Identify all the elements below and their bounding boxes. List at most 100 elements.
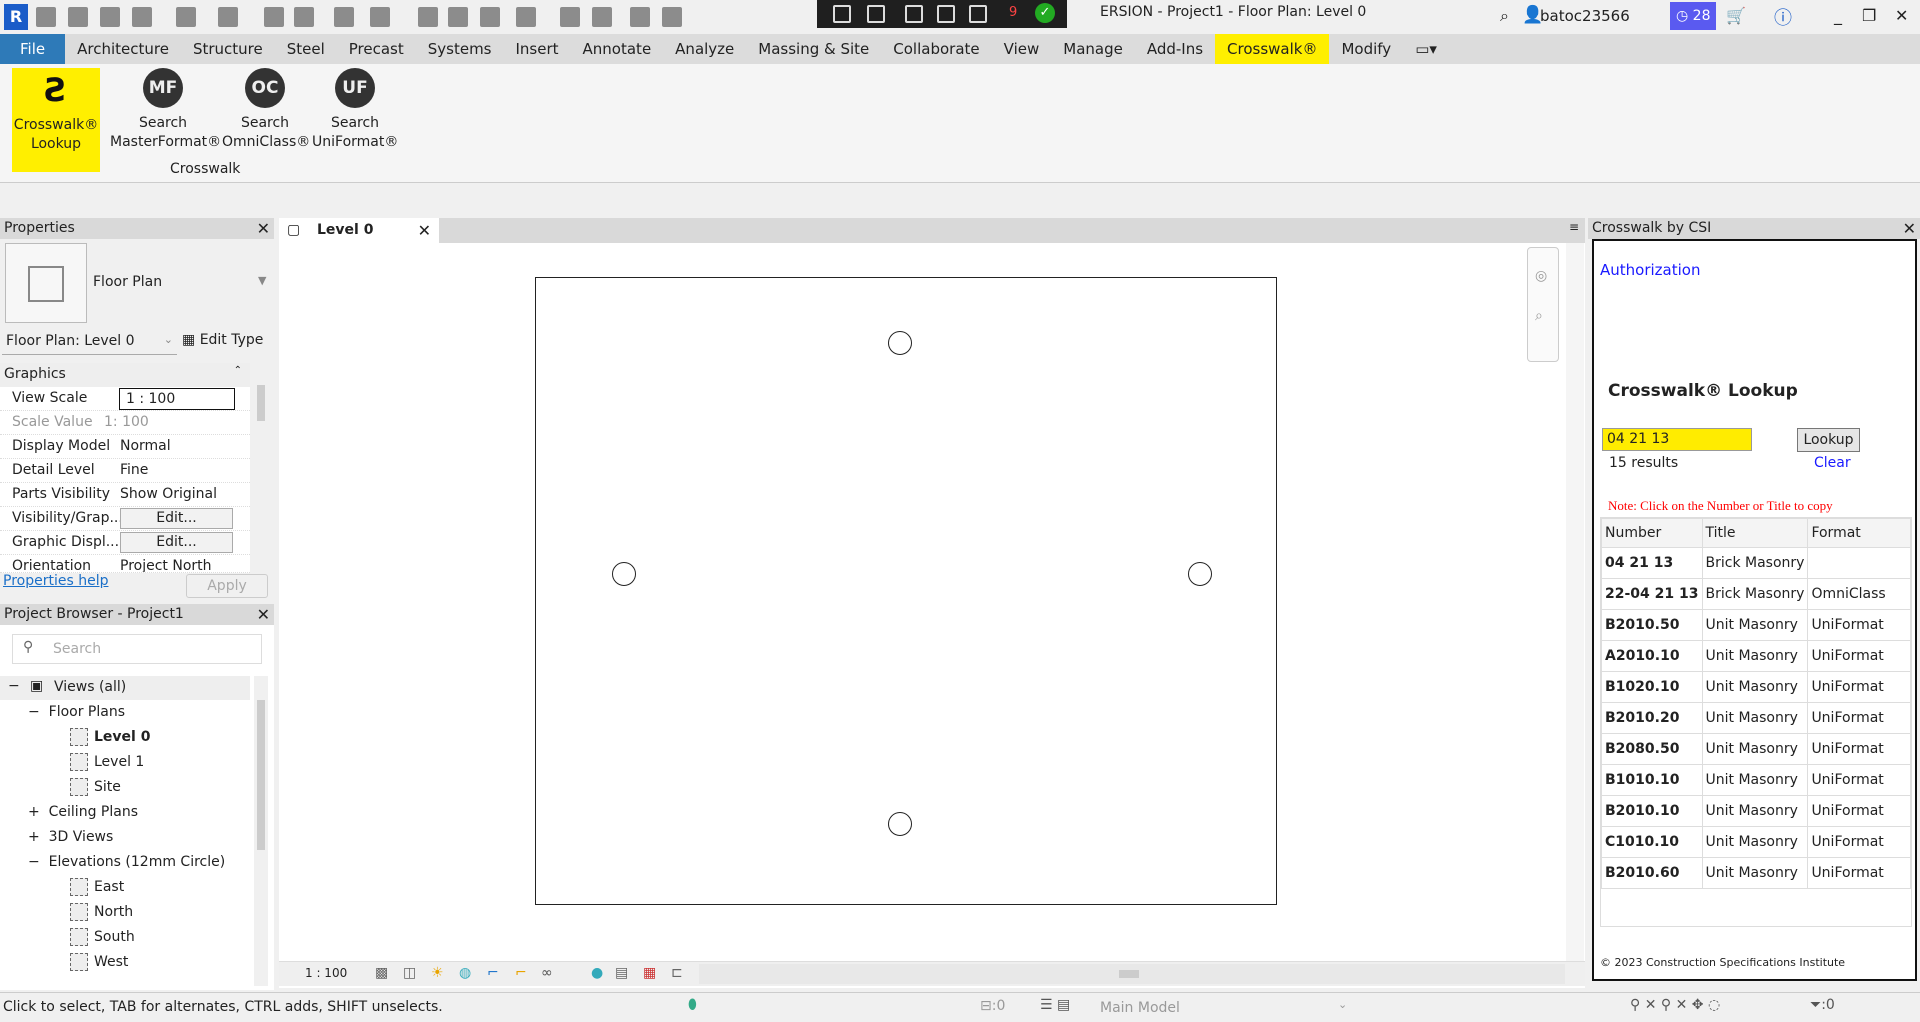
steering-wheel-icon[interactable]: ◎ [1535, 268, 1547, 284]
cell-number[interactable]: B1020.10 [1601, 671, 1703, 703]
cell-number[interactable]: B2010.20 [1601, 702, 1703, 734]
browser-search-input[interactable]: ⚲ Search [12, 634, 262, 664]
tab-add-ins[interactable]: Add-Ins [1135, 34, 1215, 64]
tree-item-level-1[interactable]: Level 1 [70, 753, 144, 771]
temporary-hide-icon[interactable]: ∞ [541, 965, 553, 981]
3d-view-icon[interactable] [516, 7, 536, 27]
home-icon[interactable] [36, 7, 56, 27]
tab-massing-site[interactable]: Massing & Site [746, 34, 881, 64]
cell-title[interactable]: Brick Masonry [1701, 547, 1809, 579]
properties-help-link[interactable]: Properties help [3, 573, 108, 589]
visual-style-icon[interactable]: ◫ [403, 965, 416, 981]
export-icon[interactable] [294, 7, 314, 27]
view-scale-button[interactable]: 1 : 100 [305, 966, 347, 980]
screenshot-icon[interactable] [833, 5, 851, 23]
tab-insert[interactable]: Insert [504, 34, 571, 64]
close-icon[interactable]: ✕ [257, 218, 270, 239]
cart-icon[interactable]: 🛒 [1726, 6, 1746, 25]
elevation-marker-north[interactable] [888, 331, 912, 355]
active-model-select[interactable]: Main Model [1100, 1000, 1180, 1016]
clear-link[interactable]: Clear [1814, 455, 1851, 471]
sun-path-icon[interactable]: ☀ [431, 965, 444, 981]
tab-manage[interactable]: Manage [1051, 34, 1135, 64]
undo-icon[interactable] [176, 7, 196, 27]
type-name[interactable]: Floor Plan [93, 274, 162, 290]
column-header-title[interactable]: Title [1701, 518, 1809, 548]
switch-windows-icon[interactable] [662, 7, 682, 27]
type-dropdown-icon[interactable]: ▼ [258, 274, 266, 287]
video-icon[interactable] [867, 5, 885, 23]
cell-title[interactable]: Unit Masonry [1701, 795, 1809, 827]
tab-structure[interactable]: Structure [181, 34, 275, 64]
tab-annotate[interactable]: Annotate [571, 34, 664, 64]
cell-title[interactable]: Unit Masonry [1701, 733, 1809, 765]
cell-number[interactable]: B1010.10 [1601, 764, 1703, 796]
chevron-down-icon[interactable]: ⌄ [1338, 998, 1347, 1011]
restore-button[interactable]: ❐ [1862, 6, 1876, 25]
cell-title[interactable]: Unit Masonry [1701, 764, 1809, 796]
tree-item-east[interactable]: East [70, 878, 124, 896]
prop-value[interactable]: Project North [120, 558, 212, 572]
tree-item-south[interactable]: South [70, 928, 135, 946]
save-icon[interactable] [100, 7, 120, 27]
crosswalk-lookup-button[interactable]: Ƨ Crosswalk® Lookup [12, 68, 100, 172]
notifications-button[interactable]: ◷ 28 [1670, 2, 1716, 30]
apply-button[interactable]: Apply [186, 574, 268, 598]
tree-node-elevations[interactable]: − Elevations (12mm Circle) [28, 854, 225, 870]
zoom-icon[interactable]: ⌕ [1535, 308, 1543, 324]
search-masterformat-button[interactable]: MF Search MasterFormat® [110, 68, 221, 152]
cell-number[interactable]: 04 21 13 [1601, 547, 1703, 579]
sync-icon[interactable] [132, 7, 152, 27]
pointer-icon[interactable] [905, 5, 923, 23]
graphic-display-edit-button[interactable]: Edit... [120, 532, 233, 553]
ribbon-minimize-toggle[interactable]: ▭▾ [1403, 34, 1449, 64]
text-icon[interactable] [480, 7, 500, 27]
redo-icon[interactable] [218, 7, 238, 27]
tab-crosswalk[interactable]: Crosswalk® [1215, 34, 1330, 64]
cell-title[interactable]: Unit Masonry [1701, 609, 1809, 641]
elevation-marker-south[interactable] [888, 812, 912, 836]
tab-steel[interactable]: Steel [275, 34, 337, 64]
selection-toggles-icons[interactable]: ⚲ ✕ ⚲ ✕ ✥ ◌ [1630, 997, 1720, 1013]
measure-icon[interactable] [334, 7, 354, 27]
section-icon[interactable] [560, 7, 580, 27]
tree-item-north[interactable]: North [70, 903, 133, 921]
tree-item-west[interactable]: West [70, 953, 128, 971]
open-icon[interactable] [68, 7, 88, 27]
constraints-icon[interactable]: ⊏ [671, 965, 683, 981]
navigation-bar[interactable]: ◎ ⌕ [1527, 247, 1559, 362]
column-header-format[interactable]: Format [1807, 518, 1911, 548]
tab-view[interactable]: View [992, 34, 1052, 64]
graphics-group-header[interactable]: Graphics ⌃ [0, 363, 250, 387]
cell-number[interactable]: B2010.50 [1601, 609, 1703, 641]
view-tab-level-0[interactable]: ▢ Level 0 ✕ [279, 218, 439, 243]
cell-title[interactable]: Unit Masonry [1701, 640, 1809, 672]
visibility-edit-button[interactable]: Edit... [120, 508, 233, 529]
search-omniclass-button[interactable]: OC Search OmniClass® [222, 68, 310, 152]
check-icon[interactable]: ✓ [1035, 3, 1055, 23]
browser-scrollbar[interactable] [254, 676, 268, 986]
tab-systems[interactable]: Systems [416, 34, 504, 64]
close-icon[interactable]: ✕ [418, 218, 431, 243]
cell-number[interactable]: C1010.10 [1601, 826, 1703, 858]
cell-title[interactable]: Unit Masonry [1701, 826, 1809, 858]
print-icon[interactable] [264, 7, 284, 27]
tab-collaborate[interactable]: Collaborate [881, 34, 991, 64]
prop-value[interactable]: Normal [120, 438, 171, 454]
filter-icon[interactable]: ⏷:0 [1810, 997, 1835, 1013]
minimize-button[interactable]: _ [1834, 6, 1842, 25]
tab-file[interactable]: File [0, 34, 66, 64]
tree-item-level-0[interactable]: Level 0 [70, 728, 150, 746]
reveal-hidden-icon[interactable]: ● [591, 965, 603, 981]
analytical-model-icon[interactable]: ▤ [615, 965, 628, 981]
cell-number[interactable]: B2080.50 [1601, 733, 1703, 765]
close-hidden-icon[interactable] [630, 7, 650, 27]
dimension-icon[interactable] [370, 7, 390, 27]
properties-scrollbar[interactable] [254, 363, 268, 573]
instance-selector[interactable]: Floor Plan: Level 0 ⌄ [2, 330, 177, 355]
binoculars-icon[interactable]: ⌕ [1500, 6, 1509, 26]
tab-precast[interactable]: Precast [337, 34, 416, 64]
user-name[interactable]: batoc23566 [1540, 7, 1630, 25]
detail-level-icon[interactable]: ▩ [375, 965, 388, 981]
crop-region-icon[interactable]: ⌐ [515, 965, 527, 981]
